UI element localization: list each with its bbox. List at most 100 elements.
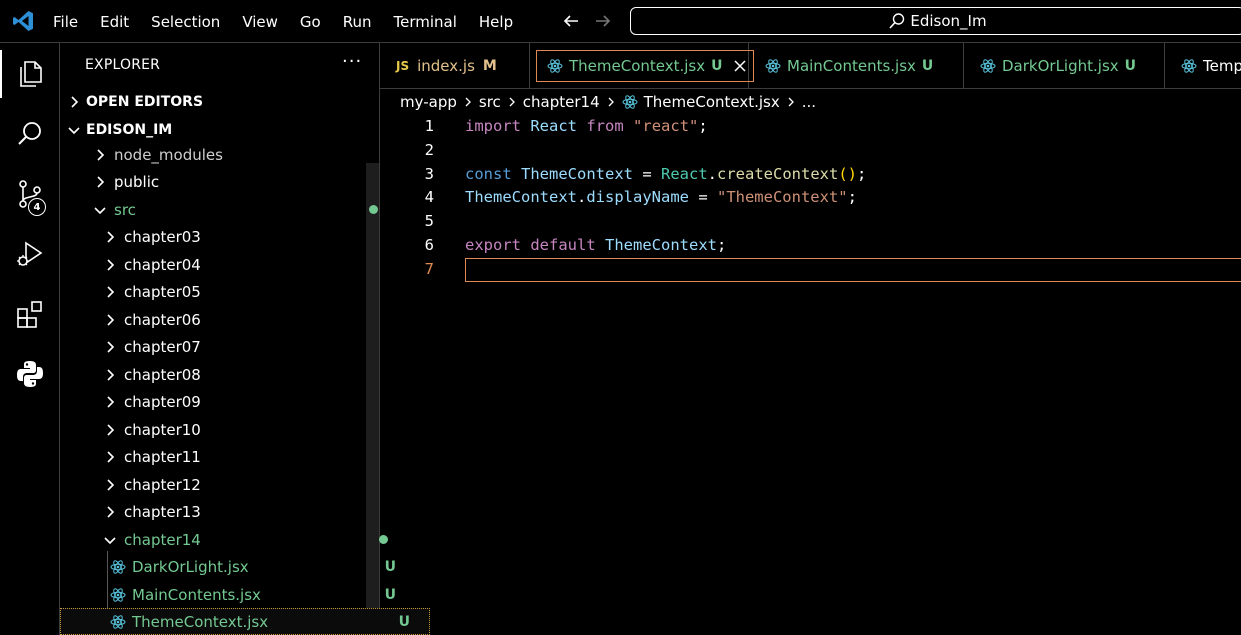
chevron-down-icon [104, 536, 116, 544]
react-file-icon [1181, 58, 1197, 73]
js-file-icon: JS [396, 58, 410, 73]
tree-item-label: node_modules [114, 145, 223, 164]
tree-item-chapter05[interactable]: chapter05 [60, 278, 408, 305]
tab-label: ThemeContext.jsx [569, 56, 706, 75]
breadcrumb-item[interactable]: src [479, 93, 501, 111]
command-center-search[interactable]: Edison_Im [630, 7, 1241, 35]
line-number: 4 [424, 188, 434, 206]
code-line: 1 import React from "react"; [380, 114, 1241, 138]
python-icon [17, 361, 43, 387]
tree-item-themecontext[interactable]: ThemeContext.jsx U [60, 608, 430, 635]
tree-item-chapter13[interactable]: chapter13 [60, 498, 408, 525]
activity-bar: 4 [0, 43, 60, 635]
tab-temp[interactable]: Temp [1165, 43, 1241, 88]
close-icon[interactable] [733, 59, 747, 73]
chevron-right-icon [107, 230, 115, 243]
tab-maincontents[interactable]: MainContents.jsx U [749, 43, 964, 88]
tree-item-node-modules[interactable]: node_modules [60, 141, 398, 168]
search-activity[interactable] [0, 106, 60, 162]
search-icon [18, 122, 41, 145]
chevron-right-icon [107, 478, 115, 491]
code-line: 2 [380, 138, 1241, 162]
menu-selection[interactable]: Selection [140, 13, 231, 31]
tree-item-chapter11[interactable]: chapter11 [60, 443, 408, 470]
tree-item-public[interactable]: public [60, 168, 398, 195]
tree-item-chapter04[interactable]: chapter04 [60, 251, 408, 278]
menu-edit[interactable]: Edit [89, 13, 140, 31]
line-number: 5 [424, 212, 434, 230]
tree-item-label: chapter12 [124, 475, 201, 494]
chevron-right-icon [107, 450, 115, 463]
more-actions-icon[interactable]: ··· [342, 51, 362, 72]
back-arrow-icon[interactable] [560, 10, 582, 32]
breadcrumb-item[interactable]: ... [802, 93, 816, 111]
tree-item-darkorlight[interactable]: DarkOrLight.jsx U [60, 553, 416, 580]
line-number: 3 [424, 165, 434, 183]
chevron-down-icon [94, 206, 106, 214]
explorer-sidebar: EXPLORER ··· OPEN EDITORS EDISON_IM node… [60, 43, 430, 635]
workspace-header[interactable]: EDISON_IM [60, 117, 380, 143]
tab-label: Temp [1203, 56, 1241, 75]
tree-item-chapter06[interactable]: chapter06 [60, 306, 408, 333]
code-text: ThemeContext.displayName = "ThemeContext… [465, 188, 857, 206]
extensions-activity[interactable] [0, 286, 60, 342]
open-editors-label: OPEN EDITORS [86, 94, 204, 110]
tree-item-chapter09[interactable]: chapter09 [60, 388, 408, 415]
explorer-activity[interactable] [0, 46, 60, 102]
tree-item-chapter14[interactable]: chapter14 [60, 526, 408, 553]
line-number: 2 [424, 141, 434, 159]
line-number: 7 [424, 260, 434, 278]
breadcrumb-item[interactable]: chapter14 [523, 93, 600, 111]
source-control-activity[interactable]: 4 [0, 166, 60, 222]
react-file-icon [980, 58, 996, 73]
chevron-right-icon [608, 97, 614, 107]
code-text: const ThemeContext = React.createContext… [465, 165, 867, 183]
line-number: 6 [424, 236, 434, 254]
code-text: import React from "react"; [465, 117, 708, 135]
run-debug-activity[interactable] [0, 226, 60, 282]
tab-darkorlight[interactable]: DarkOrLight.jsx U [964, 43, 1165, 88]
python-activity[interactable] [0, 346, 60, 402]
git-status-badge: M [482, 57, 497, 74]
git-status-badge: U [921, 57, 934, 74]
menu-help[interactable]: Help [468, 13, 524, 31]
react-file-icon [110, 587, 126, 602]
menu-go[interactable]: Go [289, 13, 332, 31]
tree-item-chapter03[interactable]: chapter03 [60, 223, 408, 250]
tree-item-label: MainContents.jsx [132, 585, 261, 604]
tree-item-label: chapter11 [124, 447, 201, 466]
tree-item-chapter10[interactable]: chapter10 [60, 416, 408, 443]
menu-bar: File Edit Selection View Go Run Terminal… [42, 0, 524, 43]
tree-item-label: chapter09 [124, 392, 201, 411]
menu-view[interactable]: View [231, 13, 289, 31]
tree-item-label: ThemeContext.jsx [132, 612, 269, 631]
menu-run[interactable]: Run [332, 13, 383, 31]
tab-index-js[interactable]: JS index.js M [380, 43, 530, 88]
git-status-badge: U [1124, 57, 1137, 74]
menu-terminal[interactable]: Terminal [383, 13, 468, 31]
command-center-label: Edison_Im [910, 12, 987, 30]
chevron-right-icon [107, 285, 115, 298]
breadcrumb-item[interactable]: ThemeContext.jsx [644, 93, 780, 111]
tree-item-src[interactable]: src [60, 196, 398, 223]
tree-item-label: chapter14 [124, 530, 201, 549]
title-bar: File Edit Selection View Go Run Terminal… [0, 0, 1241, 43]
git-status-dot [369, 205, 378, 214]
forward-arrow-icon[interactable] [592, 10, 614, 32]
menu-file[interactable]: File [42, 13, 89, 31]
open-editors-header[interactable]: OPEN EDITORS [60, 89, 380, 115]
breadcrumb-item[interactable]: my-app [400, 93, 457, 111]
chevron-right-icon [107, 313, 115, 326]
workspace-label: EDISON_IM [86, 122, 173, 138]
tree-item-chapter07[interactable]: chapter07 [60, 333, 408, 360]
tree-item-chapter12[interactable]: chapter12 [60, 471, 408, 498]
chevron-right-icon [465, 97, 471, 107]
vscode-logo-icon[interactable] [11, 9, 35, 33]
code-line: 6 export default ThemeContext; [380, 233, 1241, 257]
tree-item-chapter08[interactable]: chapter08 [60, 361, 408, 388]
tree-item-label: chapter05 [124, 282, 201, 301]
tab-themecontext[interactable]: ThemeContext.jsx U [530, 43, 754, 88]
files-icon [20, 61, 42, 87]
tree-item-maincontents[interactable]: MainContents.jsx U [60, 581, 416, 608]
code-editor[interactable]: 1 import React from "react"; 2 3 const T… [380, 112, 1241, 635]
